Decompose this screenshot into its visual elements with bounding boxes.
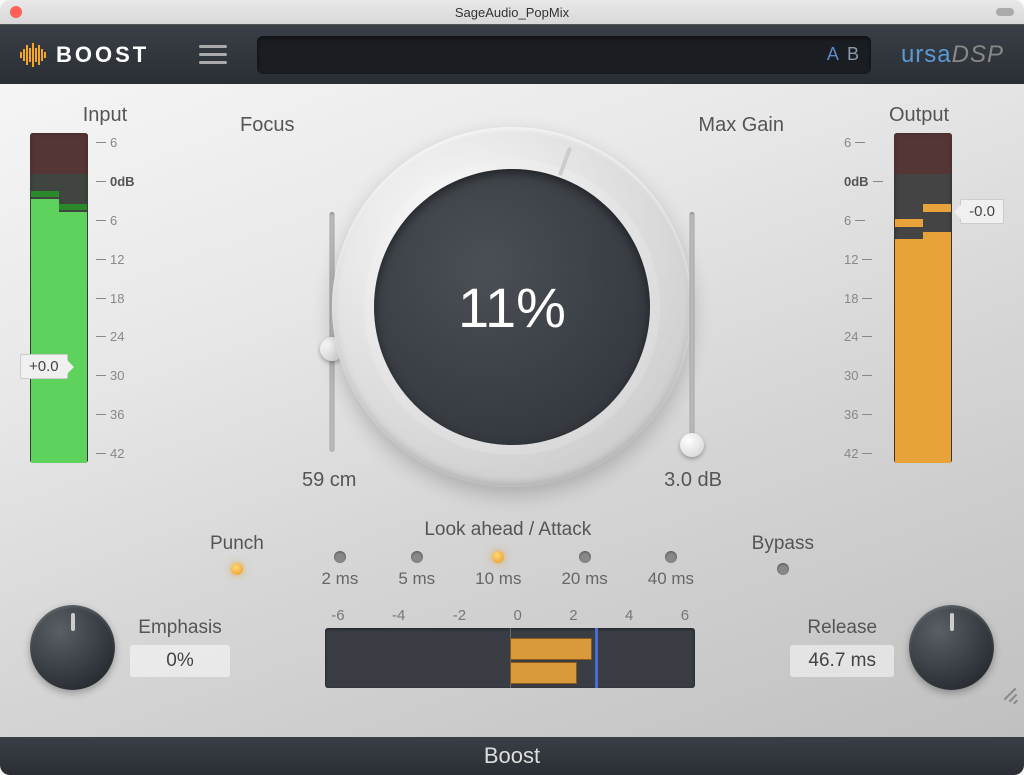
emphasis-group: Emphasis 0%	[30, 605, 230, 690]
ab-compare-b[interactable]: B	[847, 44, 859, 65]
boost-value: 11%	[458, 275, 566, 340]
emphasis-knob[interactable]	[30, 605, 115, 690]
maxgain-label: Max Gain	[698, 114, 784, 137]
brand-logo: ursaDSP	[901, 41, 1004, 69]
emphasis-value[interactable]: 0%	[130, 645, 230, 677]
output-meter-section: Output 6 0dB 6 12 18 24 30 36 42	[844, 104, 994, 463]
output-meter	[894, 133, 952, 463]
logo-text: BOOST	[56, 42, 149, 68]
resize-grip-icon[interactable]	[1002, 679, 1018, 695]
window-titlebar: SageAudio_PopMix	[0, 0, 1024, 24]
output-scale: 6 0dB 6 12 18 24 30 36 42	[844, 133, 894, 463]
plugin-header: BOOST A B ursaDSP	[0, 24, 1024, 84]
lookahead-label: Look ahead / Attack	[424, 519, 591, 541]
minimize-icon[interactable]	[996, 8, 1014, 16]
focus-label: Focus	[240, 114, 294, 137]
window-title: SageAudio_PopMix	[455, 5, 569, 20]
focus-value: 59 cm	[302, 469, 356, 492]
emphasis-label: Emphasis	[138, 617, 221, 639]
logo: BOOST	[20, 42, 149, 68]
boost-knob[interactable]: 11%	[332, 127, 692, 487]
gain-histogram: -6 -4 -2 0 2 4 6	[325, 607, 695, 688]
ab-compare-a[interactable]: A	[827, 44, 839, 65]
menu-button[interactable]	[199, 45, 227, 64]
output-label: Output	[844, 104, 994, 127]
preset-display[interactable]: A B	[257, 36, 871, 74]
input-scale: 6 0dB 6 12 18 24 30 36 42	[88, 133, 138, 463]
plugin-footer: Boost	[0, 737, 1024, 775]
input-meter	[30, 133, 88, 463]
release-label: Release	[807, 617, 877, 639]
input-meter-section: Input 6 0dB 6 12 18 24 30 36 42	[30, 104, 180, 463]
boost-logo-icon	[20, 43, 46, 67]
release-value[interactable]: 46.7 ms	[790, 645, 894, 677]
output-ceiling-value[interactable]: -0.0	[960, 199, 1004, 224]
release-group: Release 46.7 ms	[790, 605, 994, 690]
input-gain-value[interactable]: +0.0	[20, 354, 68, 379]
footer-label: Boost	[484, 743, 540, 769]
punch-led-icon	[231, 563, 243, 575]
close-icon[interactable]	[10, 6, 22, 18]
bypass-toggle[interactable]: Bypass	[752, 533, 814, 575]
maxgain-slider[interactable]: 3.0 dB	[682, 212, 702, 452]
maxgain-value: 3.0 dB	[664, 469, 722, 492]
punch-toggle[interactable]: Punch	[210, 533, 264, 575]
bypass-led-icon	[777, 563, 789, 575]
release-knob[interactable]	[909, 605, 994, 690]
input-label: Input	[30, 104, 180, 127]
main-panel: Input 6 0dB 6 12 18 24 30 36 42	[0, 84, 1024, 737]
